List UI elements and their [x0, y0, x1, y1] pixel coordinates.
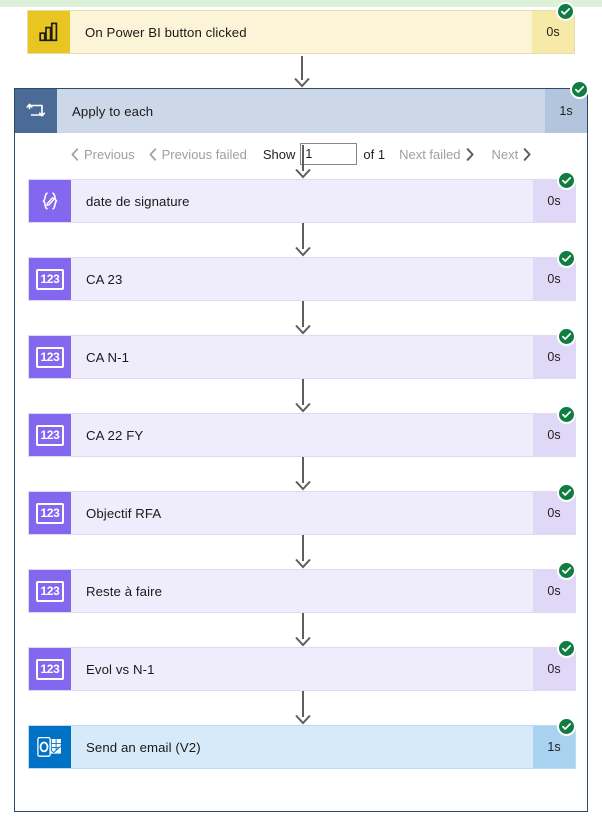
apply-to-each-container[interactable]: Apply to each 1s Previous Previous faile… — [14, 88, 588, 812]
previous-failed-button-label: Previous failed — [161, 146, 247, 162]
connector-arrow — [293, 379, 313, 413]
loop-icon — [15, 89, 57, 133]
status-badge-action — [557, 171, 576, 190]
status-badge-action — [557, 405, 576, 424]
trigger-card-power-bi[interactable]: On Power BI button clicked 0s — [27, 10, 575, 54]
status-badge-trigger — [556, 2, 575, 21]
next-failed-button[interactable]: Next failed — [399, 146, 474, 162]
chevron-left-icon — [71, 147, 79, 161]
previous-failed-button[interactable]: Previous failed — [149, 147, 247, 162]
action-title: Objectif RFA — [86, 505, 162, 521]
compose-expression-icon — [29, 180, 71, 222]
status-badge-action — [557, 561, 576, 580]
action-title: Send an email (V2) — [86, 739, 201, 755]
status-badge-action — [557, 327, 576, 346]
status-badge-action — [557, 717, 576, 736]
status-badge-action — [557, 639, 576, 658]
action-title: CA N-1 — [86, 349, 130, 365]
next-failed-button-label: Next failed — [399, 146, 461, 162]
action-title: CA 23 — [86, 271, 123, 287]
chevron-right-icon — [523, 147, 531, 161]
status-badge-apply-to-each — [570, 80, 589, 99]
action-card[interactable]: 123 CA 22 FY 0s — [28, 413, 576, 457]
action-card[interactable]: 123 Objectif RFA 0s — [28, 491, 576, 535]
connector-arrow — [293, 613, 313, 647]
connector-arrow — [293, 535, 313, 569]
connector-arrow — [292, 56, 312, 88]
connector-arrow — [293, 223, 313, 257]
action-title: Evol vs N-1 — [86, 661, 155, 677]
action-card[interactable]: date de signature 0s — [28, 179, 576, 223]
chevron-left-icon — [149, 147, 157, 161]
variable-123-icon: 123 — [29, 414, 71, 456]
status-badge-action — [557, 483, 576, 502]
action-title: date de signature — [86, 193, 190, 209]
action-card[interactable]: 123 Reste à faire 0s — [28, 569, 576, 613]
variable-123-icon: 123 — [29, 492, 71, 534]
action-title: Reste à faire — [86, 583, 163, 599]
action-card[interactable]: 123 CA 23 0s — [28, 257, 576, 301]
connector-arrow — [293, 457, 313, 491]
variable-123-icon: 123 — [29, 258, 71, 300]
outlook-icon — [29, 726, 71, 768]
chevron-right-icon — [466, 147, 474, 161]
top-status-band — [0, 0, 602, 7]
previous-button-label: Previous — [84, 146, 135, 162]
total-pages-label: of 1 — [363, 146, 386, 162]
connector-arrow — [293, 145, 313, 179]
action-card[interactable]: 123 CA N-1 0s — [28, 335, 576, 379]
next-button-label: Next — [491, 146, 519, 162]
variable-123-icon: 123 — [29, 570, 71, 612]
status-badge-action — [557, 249, 576, 268]
show-label: Show — [262, 146, 296, 162]
variable-123-icon: 123 — [29, 648, 71, 690]
variable-123-icon: 123 — [29, 336, 71, 378]
previous-button[interactable]: Previous — [71, 147, 135, 162]
action-card[interactable]: Send an email (V2) 1s — [28, 725, 576, 769]
page-selector: Show of 1 — [263, 143, 385, 165]
next-button[interactable]: Next — [492, 147, 532, 162]
trigger-title: On Power BI button clicked — [85, 24, 247, 40]
action-card[interactable]: 123 Evol vs N-1 0s — [28, 647, 576, 691]
connector-arrow — [293, 691, 313, 725]
apply-to-each-header[interactable]: Apply to each 1s — [15, 89, 587, 133]
action-title: CA 22 FY — [86, 427, 144, 443]
power-bi-icon — [28, 11, 70, 53]
connector-arrow — [293, 301, 313, 335]
apply-to-each-title: Apply to each — [72, 103, 154, 119]
